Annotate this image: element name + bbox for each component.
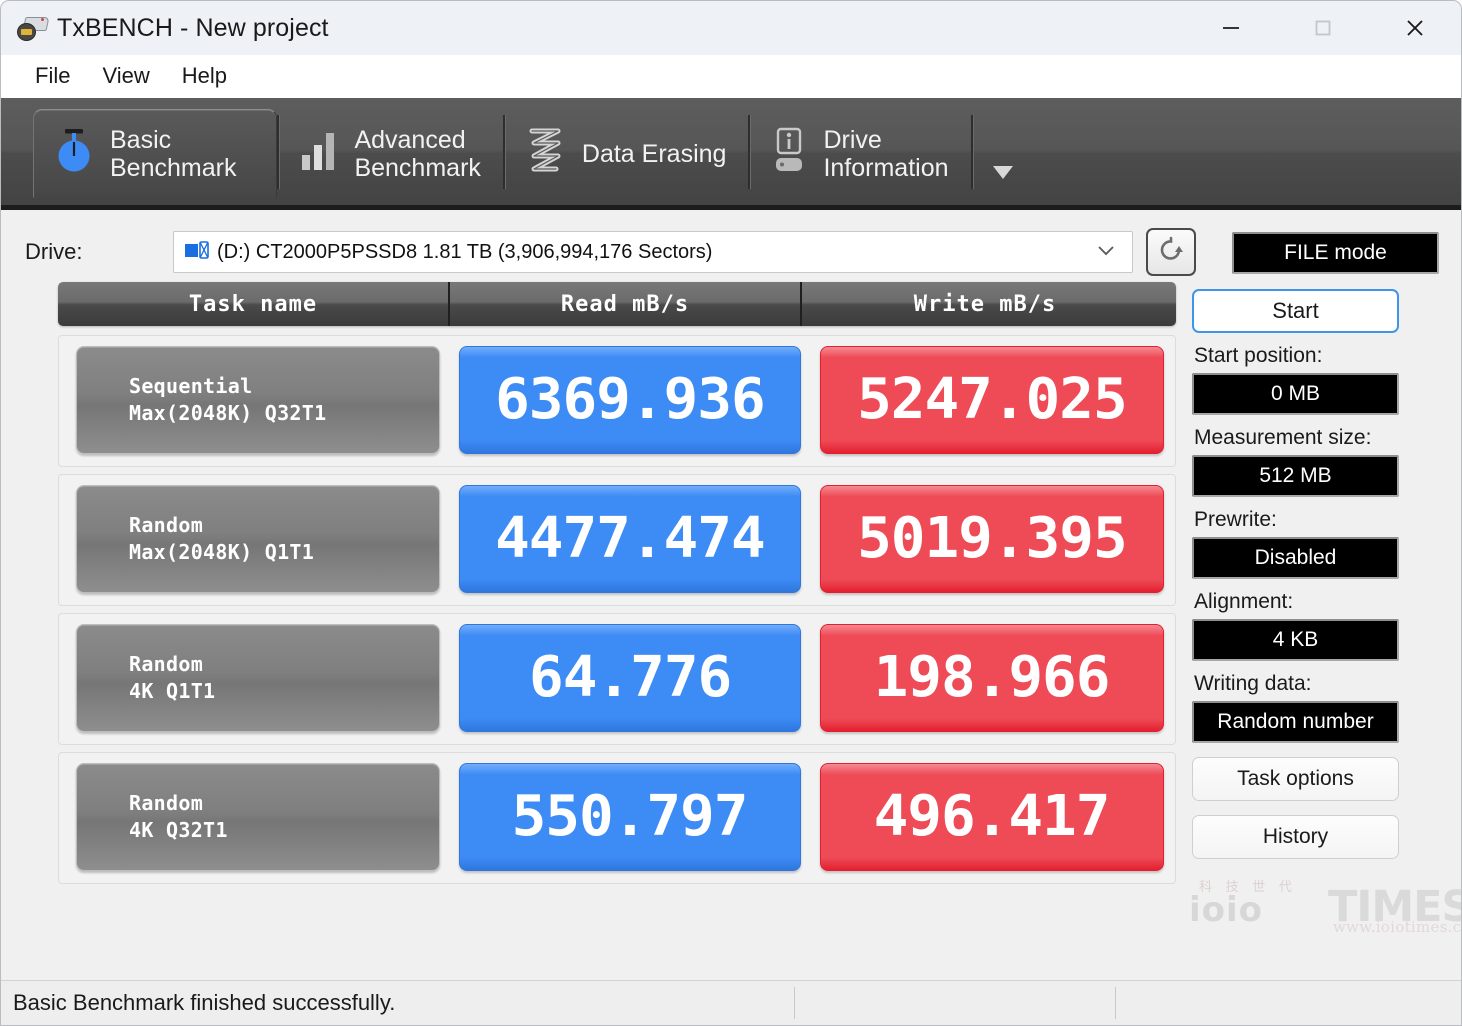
watermark-url: www.ioiotimes.com [1333, 918, 1462, 936]
measurement-size-value[interactable]: 512 MB [1192, 455, 1399, 497]
main-area: Task name Read mB/s Write mB/s Sequentia… [1, 272, 1461, 891]
task-name-line2: Max(2048K) Q32T1 [129, 401, 327, 425]
window-controls [1185, 1, 1461, 55]
statusbar: Basic Benchmark finished successfully. [1, 980, 1461, 1025]
status-message: Basic Benchmark finished successfully. [13, 990, 396, 1015]
tab-advanced-benchmark-label: Advanced Benchmark [354, 125, 481, 182]
drive-select[interactable]: (D:) CT2000P5PSSD8 1.81 TB (3,906,994,17… [173, 231, 1133, 273]
shredder-icon [524, 125, 568, 182]
task-cell[interactable]: Random Max(2048K) Q1T1 [76, 485, 440, 593]
task-name-line2: 4K Q32T1 [129, 818, 228, 842]
writing-data-value[interactable]: Random number [1192, 701, 1399, 743]
table-body: Sequential Max(2048K) Q32T1 6369.936 524… [58, 335, 1176, 884]
status-divider-1 [794, 987, 795, 1019]
write-value-cell: 5247.025 [820, 346, 1164, 454]
chevron-down-icon[interactable] [1094, 242, 1118, 263]
content-area: Drive: (D:) CT2000P5PSSD8 1.81 TB (3,906… [1, 210, 1461, 980]
write-value: 496.417 [874, 784, 1111, 849]
column-header-task-name: Task name [188, 291, 318, 317]
tab-basic-benchmark-label: Basic Benchmark [110, 126, 237, 182]
window-title: TxBENCH - New project [57, 13, 329, 42]
bar-chart-icon [298, 127, 340, 180]
prewrite-value[interactable]: Disabled [1192, 537, 1399, 579]
tab-basic-benchmark[interactable]: Basic Benchmark [33, 109, 278, 198]
measurement-size-label: Measurement size: [1194, 426, 1372, 449]
menubar: File View Help [1, 55, 1461, 98]
write-value: 198.966 [874, 645, 1111, 710]
writing-data-label: Writing data: [1194, 672, 1312, 695]
write-value: 5247.025 [857, 367, 1128, 432]
alignment-value[interactable]: 4 KB [1192, 619, 1399, 661]
tab-drive-information-label: Drive Information [823, 125, 949, 182]
read-value: 6369.936 [495, 367, 766, 432]
write-value-cell: 496.417 [820, 763, 1164, 871]
side-panel: Start Start position: 0 MB Measurement s… [1176, 282, 1426, 891]
write-value-cell: 198.966 [820, 624, 1164, 732]
chevron-down-icon [992, 166, 1013, 179]
prewrite-label: Prewrite: [1194, 508, 1277, 531]
tab-advanced-benchmark[interactable]: Advanced Benchmark [280, 109, 502, 198]
task-cell[interactable]: Random 4K Q32T1 [76, 763, 440, 871]
stopwatch-icon [52, 127, 96, 182]
task-name-line1: Sequential [129, 374, 253, 398]
disk-icon [184, 239, 210, 266]
txbench-window: TxBENCH - New project File View Help Bas… [0, 0, 1462, 1026]
read-value-cell: 550.797 [459, 763, 801, 871]
menu-help[interactable]: Help [166, 61, 243, 91]
alignment-label: Alignment: [1194, 590, 1294, 613]
task-options-button[interactable]: Task options [1192, 757, 1399, 801]
write-value: 5019.395 [857, 506, 1128, 571]
tab-drive-information[interactable]: Drive Information [751, 109, 970, 198]
close-button[interactable] [1369, 1, 1461, 55]
task-cell[interactable]: Sequential Max(2048K) Q32T1 [76, 346, 440, 454]
read-value-cell: 6369.936 [459, 346, 801, 454]
read-value: 64.776 [528, 645, 732, 710]
table-row: Random Max(2048K) Q1T1 4477.474 5019.395 [58, 474, 1176, 606]
table-row: Random 4K Q1T1 64.776 198.966 [58, 613, 1176, 745]
read-value: 550.797 [512, 784, 749, 849]
start-position-value[interactable]: 0 MB [1192, 373, 1399, 415]
task-cell[interactable]: Random 4K Q1T1 [76, 624, 440, 732]
write-value-cell: 5019.395 [820, 485, 1164, 593]
drive-label: Drive: [25, 239, 83, 264]
task-name-line2: Max(2048K) Q1T1 [129, 540, 315, 564]
drive-value: (D:) CT2000P5PSSD8 1.81 TB (3,906,994,17… [217, 240, 713, 263]
table-row: Sequential Max(2048K) Q32T1 6369.936 524… [58, 335, 1176, 467]
tab-data-erasing-label: Data Erasing [581, 139, 727, 168]
start-position-label: Start position: [1194, 344, 1323, 367]
status-divider-2 [1115, 987, 1116, 1019]
column-header-write: Write mB/s [800, 282, 1168, 326]
app-drive-icon [17, 15, 50, 41]
task-name-line2: 4K Q1T1 [129, 679, 216, 703]
menu-file[interactable]: File [19, 61, 86, 91]
maximize-button[interactable] [1277, 1, 1369, 55]
read-value-cell: 4477.474 [459, 485, 801, 593]
column-header-read: Read mB/s [448, 282, 800, 326]
task-name-line1: Random [129, 791, 204, 815]
read-value: 4477.474 [495, 506, 766, 571]
drive-info-icon [769, 126, 809, 181]
benchmark-table: Task name Read mB/s Write mB/s Sequentia… [1, 282, 1176, 891]
file-mode-indicator[interactable]: FILE mode [1232, 232, 1439, 274]
history-button[interactable]: History [1192, 815, 1399, 859]
titlebar: TxBENCH - New project [1, 1, 1461, 55]
minimize-button[interactable] [1185, 1, 1277, 55]
watermark-brand: ioio [1189, 890, 1264, 930]
task-name-line1: Random [129, 513, 204, 537]
table-header-row: Task name Read mB/s Write mB/s [58, 282, 1176, 326]
task-name-line1: Random [129, 652, 204, 676]
tab-ribbon: Basic Benchmark Advanced Benchmark Data … [1, 98, 1461, 210]
refresh-button[interactable] [1146, 228, 1196, 276]
ribbon-overflow-button[interactable] [974, 98, 1018, 205]
menu-view[interactable]: View [86, 61, 165, 91]
table-row: Random 4K Q32T1 550.797 496.417 [58, 752, 1176, 884]
read-value-cell: 64.776 [459, 624, 801, 732]
tab-data-erasing[interactable]: Data Erasing [506, 109, 749, 198]
refresh-icon [1155, 234, 1187, 271]
start-button[interactable]: Start [1192, 289, 1399, 333]
